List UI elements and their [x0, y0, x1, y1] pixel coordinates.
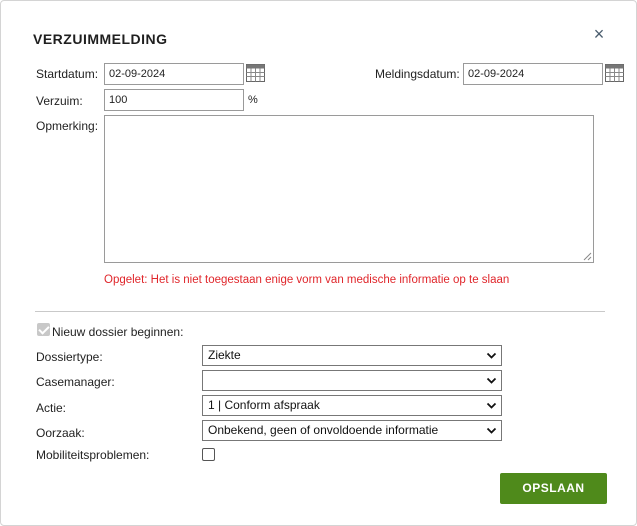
mobiliteit-checkbox[interactable] [202, 448, 215, 461]
calendar-icon[interactable] [246, 64, 265, 82]
meldingsdatum-input[interactable] [463, 63, 603, 85]
save-button[interactable]: OPSLAAN [500, 473, 607, 504]
meldingsdatum-label: Meldingsdatum: [375, 67, 460, 81]
verzuim-input[interactable] [104, 89, 244, 111]
actie-select[interactable]: 1 | Conform afspraak [202, 395, 502, 416]
opmerking-label: Opmerking: [36, 119, 99, 133]
chevron-down-icon [486, 377, 497, 384]
startdatum-label: Startdatum: [36, 67, 99, 81]
actie-value: 1 | Conform afspraak [208, 398, 320, 412]
startdatum-input[interactable] [104, 63, 244, 85]
casemanager-label: Casemanager: [36, 375, 115, 389]
medical-info-warning: Opgelet: Het is niet toegestaan enige vo… [104, 274, 510, 286]
verzuim-label: Verzuim: [36, 94, 83, 108]
mobiliteit-label: Mobiliteitsproblemen: [36, 448, 150, 462]
oorzaak-select[interactable]: Onbekend, geen of onvoldoende informatie [202, 420, 502, 441]
verzuimmelding-dialog: VERZUIMMELDING × Startdatum: Meldingsdat… [0, 0, 637, 526]
verzuim-unit: % [248, 94, 258, 106]
close-icon[interactable]: × [590, 25, 608, 43]
new-dossier-checkbox[interactable] [37, 323, 50, 336]
chevron-down-icon [486, 402, 497, 409]
casemanager-select[interactable] [202, 370, 502, 391]
dossiertype-select[interactable]: Ziekte [202, 345, 502, 366]
oorzaak-value: Onbekend, geen of onvoldoende informatie [208, 423, 439, 437]
chevron-down-icon [486, 427, 497, 434]
section-divider [35, 311, 605, 312]
opmerking-textarea[interactable] [104, 115, 594, 263]
oorzaak-label: Oorzaak: [36, 426, 85, 440]
resize-grip-icon[interactable] [583, 252, 592, 261]
dialog-title: VERZUIMMELDING [33, 31, 168, 47]
dossiertype-value: Ziekte [208, 348, 241, 362]
calendar-icon[interactable] [605, 64, 624, 82]
new-dossier-label: Nieuw dossier beginnen: [52, 325, 184, 339]
chevron-down-icon [486, 352, 497, 359]
actie-label: Actie: [36, 401, 67, 415]
dossiertype-label: Dossiertype: [36, 350, 103, 364]
